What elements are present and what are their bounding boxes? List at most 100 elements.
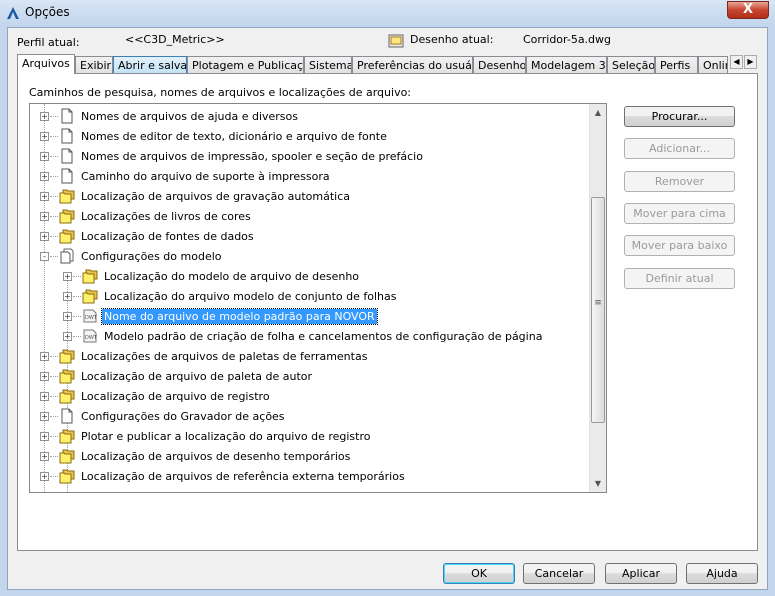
tree-connector	[73, 336, 81, 337]
close-button[interactable]: X	[727, 1, 769, 19]
scroll-thumb[interactable]: ≡	[591, 197, 605, 423]
tree-item[interactable]: + DWT Nome do arquivo de modelo padrão par…	[30, 308, 590, 326]
tree-connector	[50, 176, 58, 177]
help-button[interactable]: Ajuda	[686, 563, 758, 584]
tree-item[interactable]: + Localização de arquivo de registro	[30, 388, 590, 406]
tab-preferencias-do-usuario[interactable]: Preferências do usuário	[352, 56, 473, 73]
tree-item-label: Localizações de livros de cores	[81, 210, 251, 223]
tree-vertical-scrollbar[interactable]: ▲ ≡ ▼	[589, 104, 606, 492]
tab-scroll-right-button[interactable]: ▶	[744, 55, 757, 69]
tree-item-label: Modelo padrão de criação de folha e canc…	[104, 330, 543, 343]
search-paths-tree[interactable]: + Nomes de arquivos de ajuda e diversos + N…	[29, 103, 607, 493]
tree-item[interactable]: + Localização do arquivo modelo de conjun…	[30, 288, 590, 306]
expand-icon[interactable]: +	[63, 272, 72, 281]
tree-connector	[50, 376, 58, 377]
expand-icon[interactable]: +	[40, 172, 49, 181]
expand-icon[interactable]: +	[40, 152, 49, 161]
tab-sistema[interactable]: Sistema	[304, 56, 352, 73]
tree-item-label: Nome do arquivo de modelo padrão para NO…	[101, 308, 378, 325]
tree-item[interactable]: + Nomes de arquivos de impressão, spooler…	[30, 148, 590, 166]
tree-connector	[73, 296, 81, 297]
ok-button[interactable]: OK	[443, 563, 515, 584]
move-up-button[interactable]: Mover para cima	[624, 203, 735, 224]
cancel-button[interactable]: Cancelar	[523, 563, 595, 584]
collapse-icon[interactable]: -	[40, 252, 49, 261]
tree-item[interactable]: + Localização de arquivo de paleta de aut…	[30, 368, 590, 386]
tree-item-label: Nomes de editor de texto, dicionário e a…	[81, 130, 387, 143]
expand-icon[interactable]: +	[40, 232, 49, 241]
tab-selecao[interactable]: Seleção	[607, 56, 655, 73]
tree-item[interactable]: + Nomes de editor de texto, dicionário e …	[30, 128, 590, 146]
document-icon	[59, 148, 75, 164]
tree-item-label: Localização de arquivo de registro	[81, 390, 270, 403]
expand-icon[interactable]: +	[40, 212, 49, 221]
scroll-up-arrow-icon[interactable]: ▲	[590, 104, 606, 121]
expand-icon[interactable]: +	[40, 392, 49, 401]
move-down-button[interactable]: Mover para baixo	[624, 235, 735, 256]
dwt-icon: DWT	[82, 308, 98, 324]
expand-icon[interactable]: +	[40, 192, 49, 201]
tab-modelagem-3d[interactable]: Modelagem 3D	[526, 56, 607, 73]
browse-button[interactable]: Procurar...	[624, 106, 735, 127]
drawing-icon	[388, 34, 404, 48]
expand-icon[interactable]: +	[63, 292, 72, 301]
tab-abrir-e-salvar[interactable]: Abrir e salvar	[113, 56, 187, 73]
tree-item[interactable]: + Localização de arquivos de gravação aut…	[30, 188, 590, 206]
tree-item[interactable]: + Nomes de arquivos de ajuda e diversos	[30, 108, 590, 126]
folders-icon	[59, 468, 75, 484]
expand-icon[interactable]: +	[40, 132, 49, 141]
tree-item[interactable]: - Configurações do modelo	[30, 248, 590, 266]
expand-icon[interactable]: +	[40, 372, 49, 381]
document-icon	[59, 128, 75, 144]
folders-icon	[82, 288, 98, 304]
tree-connector	[50, 456, 58, 457]
folders-icon	[59, 188, 75, 204]
expand-icon[interactable]: +	[40, 352, 49, 361]
folders-icon	[59, 448, 75, 464]
tree-item-label: Localização de fontes de dados	[81, 230, 254, 243]
tab-plotagem-e-publicacao[interactable]: Plotagem e Publicação	[187, 56, 304, 73]
dwt-icon: DWT	[82, 328, 98, 344]
tree-item-label: Configurações do Gravador de ações	[81, 410, 285, 423]
set-current-button[interactable]: Definir atual	[624, 268, 735, 289]
tree-connector	[50, 356, 58, 357]
scroll-down-arrow-icon[interactable]: ▼	[590, 475, 606, 492]
folders-icon	[59, 228, 75, 244]
remove-button[interactable]: Remover	[624, 171, 735, 192]
expand-icon[interactable]: +	[40, 452, 49, 461]
tree-connector	[50, 416, 58, 417]
tab-desenho[interactable]: Desenho	[473, 56, 526, 73]
tree-item[interactable]: + Localização de fontes de dados	[30, 228, 590, 246]
expand-icon[interactable]: +	[40, 112, 49, 121]
tree-item-label: Localização de arquivos de referência ex…	[81, 470, 405, 483]
tree-item-label: Localização do arquivo modelo de conjunt…	[104, 290, 397, 303]
tree-item[interactable]: + Plotar e publicar a localização do arqu…	[30, 428, 590, 446]
document-icon	[59, 168, 75, 184]
expand-icon[interactable]: +	[63, 312, 72, 321]
tree-item[interactable]: + Localizações de livros de cores	[30, 208, 590, 226]
tab-arquivos[interactable]: Arquivos	[17, 54, 75, 74]
tree-connector	[50, 476, 58, 477]
add-button[interactable]: Adicionar...	[624, 138, 735, 159]
tree-item[interactable]: + Localização de arquivos de desenho temp…	[30, 448, 590, 466]
tab-online[interactable]: Online	[698, 56, 728, 73]
tab-perfis[interactable]: Perfis	[655, 56, 698, 73]
drawing-value: Corridor-5a.dwg	[523, 33, 612, 46]
tree-connector	[50, 436, 58, 437]
tree-item[interactable]: + Configurações do Gravador de ações	[30, 408, 590, 426]
tree-connector	[50, 216, 58, 217]
expand-icon[interactable]: +	[40, 472, 49, 481]
tab-scroll-left-button[interactable]: ◀	[730, 55, 743, 69]
tree-item[interactable]: + DWT Modelo padrão de criação de folha e …	[30, 328, 590, 346]
tree-item[interactable]: + Localização do modelo de arquivo de des…	[30, 268, 590, 286]
expand-icon[interactable]: +	[63, 332, 72, 341]
tree-item[interactable]: + Localizações de arquivos de paletas de …	[30, 348, 590, 366]
tree-item[interactable]: + Localização de arquivos de referência e…	[30, 468, 590, 486]
apply-button[interactable]: Aplicar	[605, 563, 677, 584]
tab-exibir[interactable]: Exibir	[75, 56, 113, 73]
expand-icon[interactable]: +	[40, 432, 49, 441]
folders-icon	[59, 388, 75, 404]
tree-item[interactable]: + Caminho do arquivo de suporte à impress…	[30, 168, 590, 186]
document-icon	[59, 108, 75, 124]
expand-icon[interactable]: +	[40, 412, 49, 421]
